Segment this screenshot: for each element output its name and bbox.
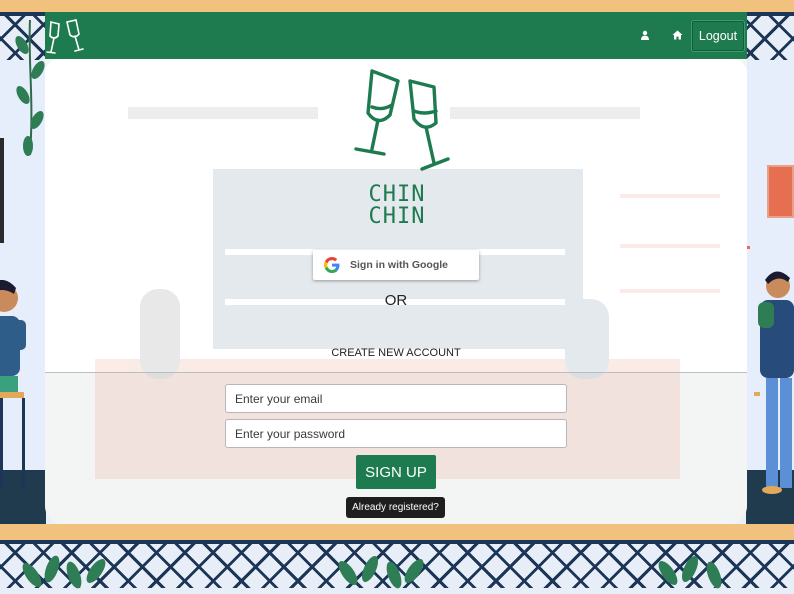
- card-divider: [45, 372, 747, 373]
- or-separator: OR: [384, 292, 408, 309]
- brand-name-bottom: CHIN: [369, 204, 426, 225]
- google-icon: [324, 257, 340, 273]
- password-field[interactable]: [225, 419, 567, 448]
- left-vine-icon: [15, 20, 45, 156]
- home-icon[interactable]: [668, 26, 686, 44]
- already-registered-tooltip: Already registered?: [346, 497, 445, 518]
- top-band: [0, 0, 794, 12]
- bottom-vine-icon: [22, 555, 106, 589]
- signup-card: CHIN CHIN Sign in with Google OR CREATE …: [45, 59, 747, 524]
- right-picture-frame: [767, 165, 794, 218]
- signup-button[interactable]: SIGN UP: [356, 455, 436, 489]
- bottom-vine-icon: [338, 556, 424, 589]
- email-field[interactable]: [225, 384, 567, 413]
- left-person-illustration: [0, 280, 26, 488]
- bottom-vine-icon: [658, 556, 722, 589]
- top-navbar: Logout: [45, 12, 747, 59]
- bottom-band: [0, 524, 794, 540]
- right-person-illustration: [754, 271, 794, 494]
- google-signin-button[interactable]: Sign in with Google: [313, 250, 479, 280]
- brand-wordmark: CHIN CHIN: [369, 182, 426, 225]
- left-picture-frame: [0, 138, 4, 243]
- create-account-heading: CREATE NEW ACCOUNT: [331, 347, 461, 359]
- google-signin-label: Sign in with Google: [350, 259, 448, 271]
- user-icon[interactable]: [636, 26, 654, 44]
- logout-button[interactable]: Logout: [691, 20, 745, 52]
- champagne-glasses-icon[interactable]: [45, 14, 85, 58]
